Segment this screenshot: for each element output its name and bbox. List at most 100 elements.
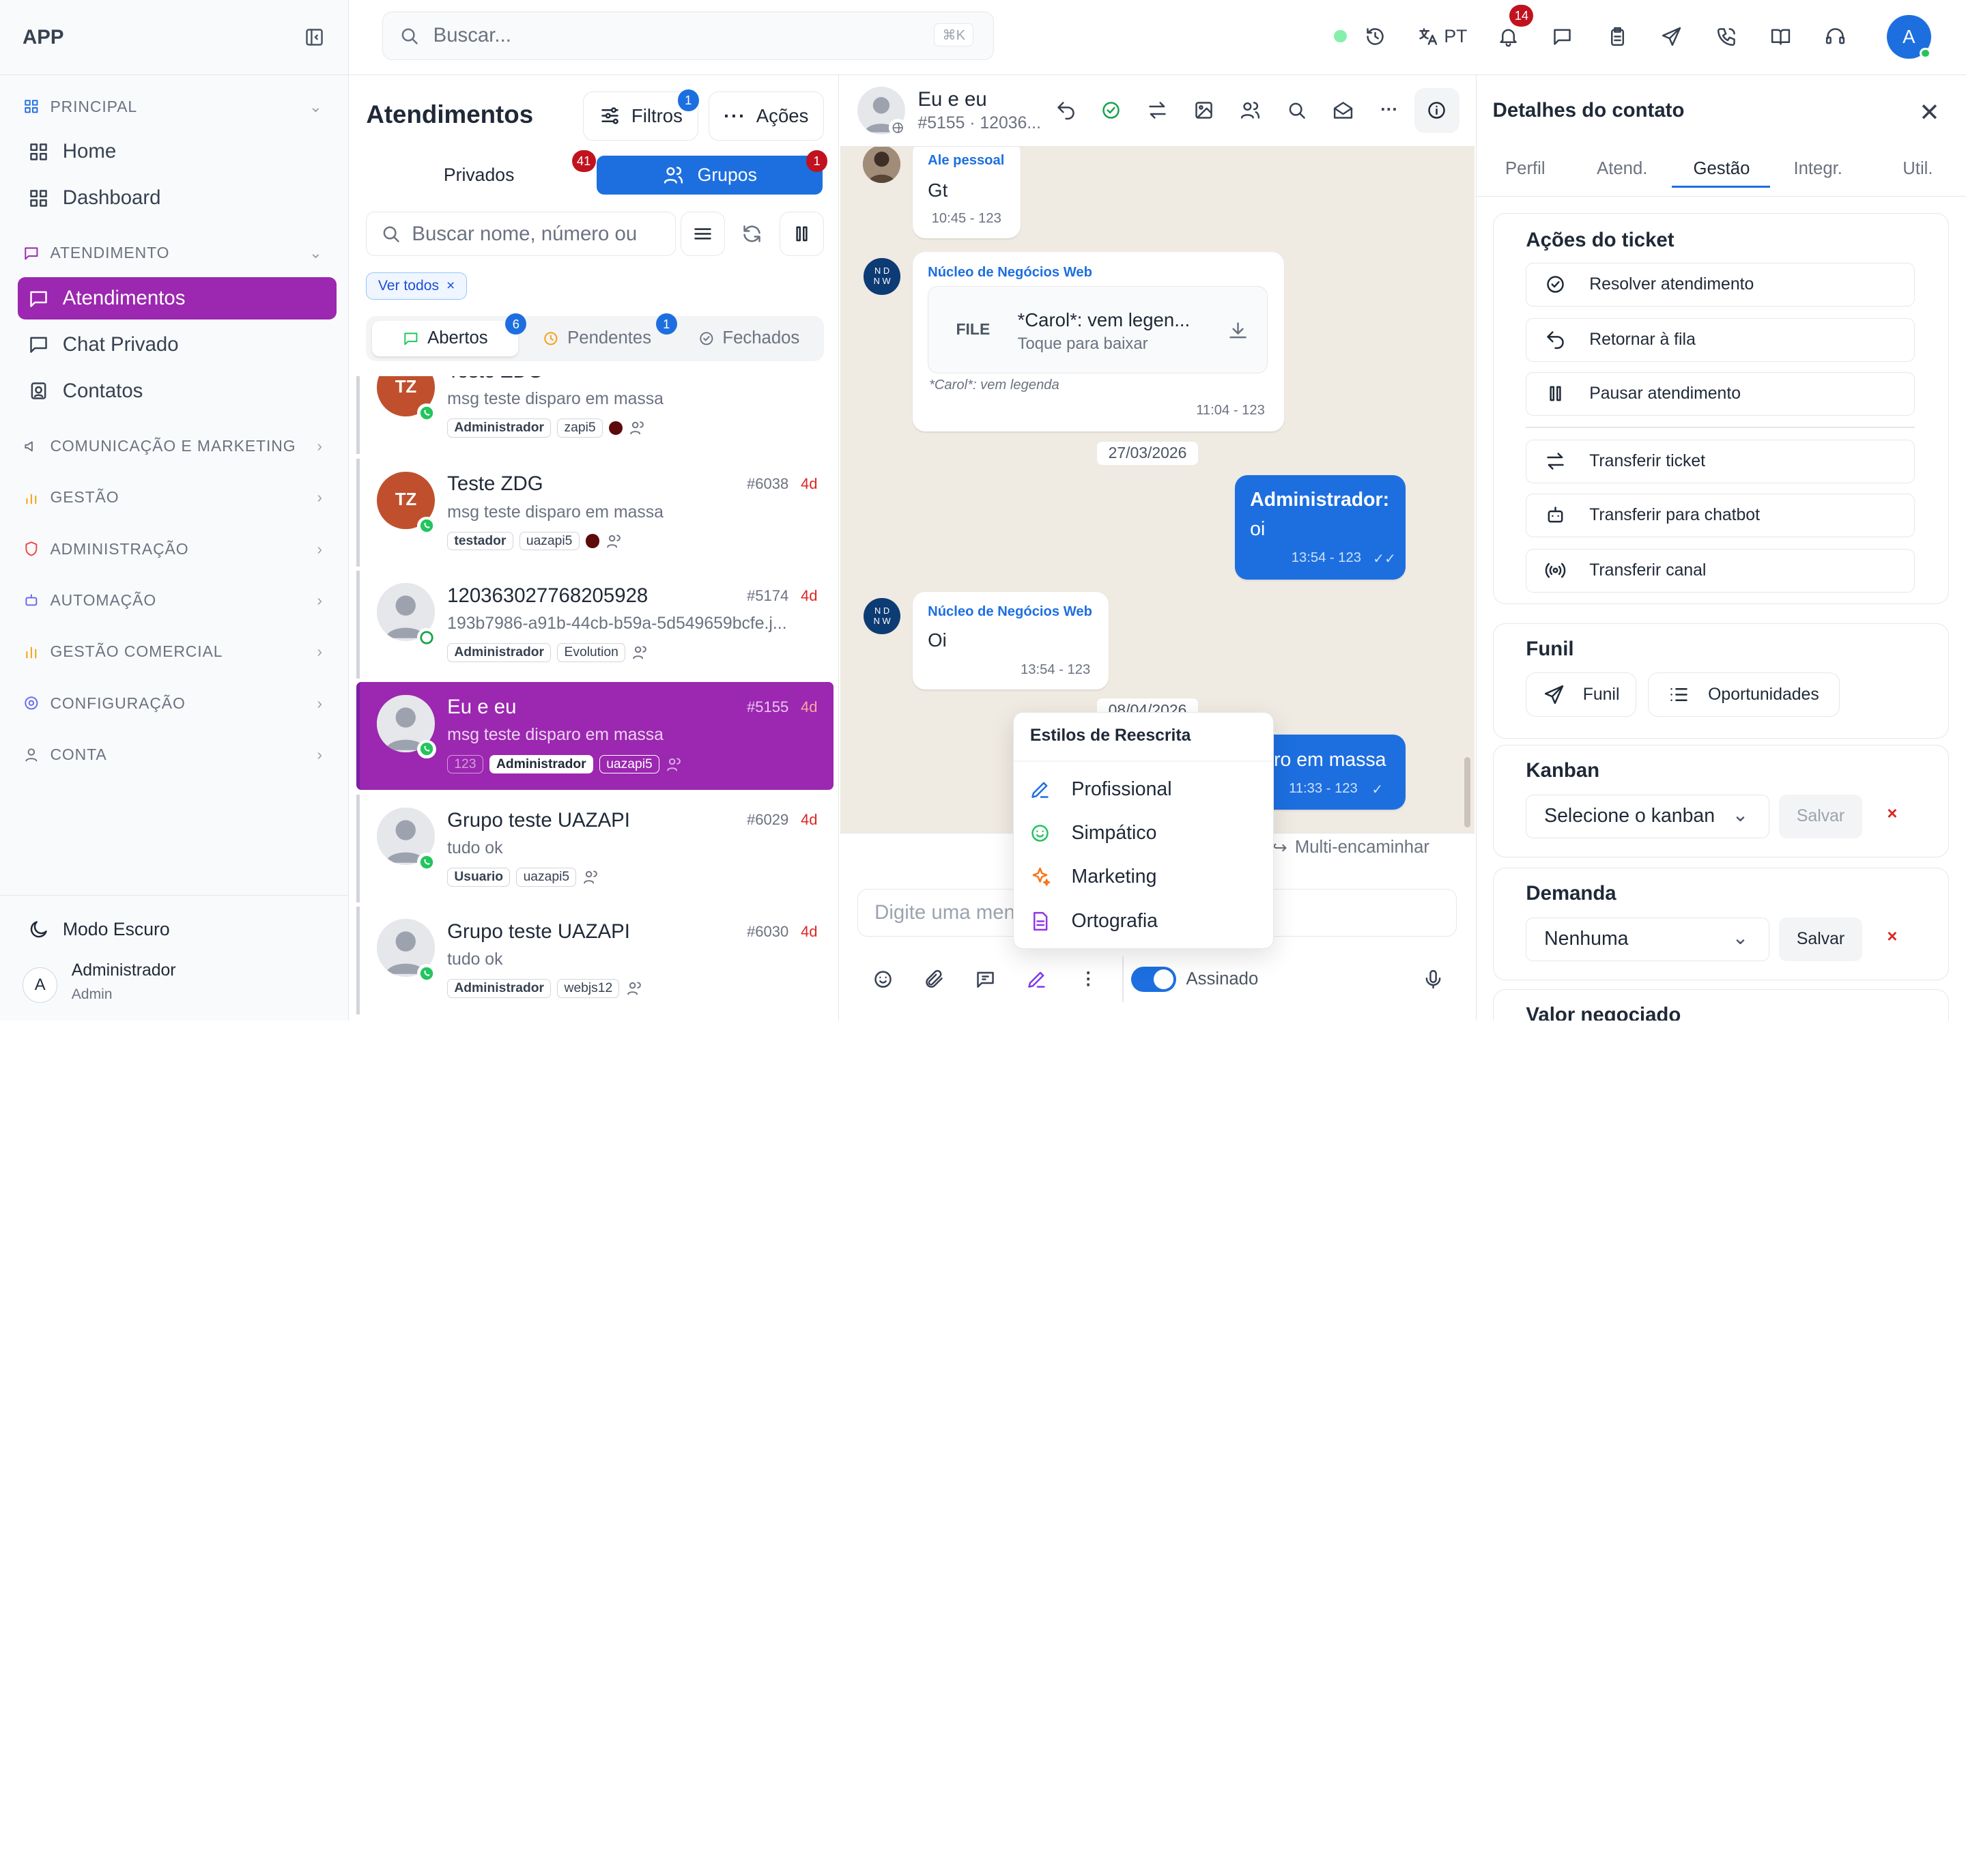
ticket-card[interactable]: 120363027768205928 #5174 4d 193b7986-a91… (356, 570, 834, 679)
section-atendimento[interactable]: ATENDIMENTO ⌄ (0, 229, 348, 277)
phone-call-icon[interactable] (1710, 20, 1743, 53)
sidebar-item-home[interactable]: Home (18, 130, 337, 173)
section-administracao[interactable]: ADMINISTRAÇÃO › (0, 525, 348, 573)
close-icon[interactable]: ✕ (1919, 98, 1940, 127)
search-icon[interactable] (1280, 94, 1313, 127)
menu-item-profissional[interactable]: Profissional (1029, 778, 1172, 801)
close-icon[interactable]: × (446, 278, 455, 294)
clipboard-icon[interactable] (1601, 20, 1634, 53)
more-horizontal-icon[interactable]: ··· (1373, 94, 1406, 127)
pause-button[interactable] (780, 212, 824, 256)
message-square-icon[interactable] (1546, 20, 1579, 53)
tab-pendentes[interactable]: Pendentes (534, 321, 659, 356)
resolve-ticket-button[interactable]: Resolver atendimento (1526, 262, 1915, 307)
scrollbar[interactable] (1464, 757, 1471, 828)
menu-item-marketing[interactable]: Marketing (1029, 866, 1156, 888)
opportunities-button[interactable]: Oportunidades (1647, 672, 1840, 717)
global-search[interactable]: Buscar... ⌘K (382, 11, 995, 61)
dark-mode-toggle[interactable]: Modo Escuro (27, 918, 170, 941)
clear-icon[interactable]: × (1887, 927, 1897, 947)
tab-fechados[interactable]: Fechados (686, 321, 812, 356)
return-queue-button[interactable]: Retornar à fila (1526, 317, 1915, 362)
filters-button[interactable]: Filtros 1 (583, 89, 699, 141)
history-icon[interactable] (1359, 20, 1392, 53)
tab-perfil[interactable]: Perfil (1505, 159, 1545, 179)
ticket-search-input[interactable]: Buscar nome, número ou (366, 212, 676, 256)
send-icon[interactable] (1655, 20, 1687, 53)
tab-gestao[interactable]: Gestão (1694, 159, 1750, 179)
headset-icon[interactable] (1819, 20, 1852, 53)
ticket-name: Grupo teste UAZAPI (447, 920, 630, 943)
check-circle-icon[interactable] (1094, 94, 1127, 127)
language-selector[interactable]: PT (1412, 20, 1472, 53)
transfer-channel-button[interactable]: Transferir canal (1526, 548, 1915, 593)
pause-ticket-button[interactable]: Pausar atendimento (1526, 371, 1915, 416)
mail-open-icon[interactable] (1326, 94, 1359, 127)
ticket-card-selected[interactable]: Eu e eu #5155 4d msg teste disparo em ma… (356, 682, 834, 791)
section-principal[interactable]: PRINCIPAL ⌄ (0, 83, 348, 130)
paperclip-icon[interactable] (917, 963, 950, 996)
funnel-button[interactable]: Funil (1526, 672, 1637, 717)
section-automacao[interactable]: AUTOMAÇÃO › (0, 577, 348, 625)
section-configuracao[interactable]: CONFIGURAÇÃO › (0, 679, 348, 727)
tab-atend[interactable]: Atend. (1597, 159, 1647, 179)
pen-rewrite-icon[interactable] (1021, 963, 1053, 996)
tab-grupos[interactable]: Grupos (597, 155, 823, 195)
sidebar-item-dashboard[interactable]: Dashboard (18, 177, 337, 219)
tab-abertos[interactable]: Abertos (372, 321, 518, 356)
users-icon (664, 166, 683, 184)
ticket-card[interactable]: TZ Teste ZDG #6038 4d msg teste disparo … (356, 459, 834, 567)
book-open-icon[interactable] (1764, 20, 1797, 53)
demand-select[interactable]: Nenhuma ⌄ (1526, 917, 1769, 961)
refresh-button[interactable] (729, 212, 774, 256)
sidebar-item-chat-privado[interactable]: Chat Privado (18, 324, 337, 366)
image-icon[interactable] (1187, 94, 1220, 127)
download-icon[interactable] (1227, 319, 1249, 342)
section-gestao-comercial[interactable]: GESTÃO COMERCIAL › (0, 628, 348, 676)
microphone-icon[interactable] (1416, 963, 1449, 996)
tag-chip: uazapi5 (516, 867, 577, 887)
section-comunicacao[interactable]: COMUNICAÇÃO E MARKETING › (0, 423, 348, 470)
actions-button[interactable]: ··· Ações (708, 91, 824, 141)
multi-forward-button[interactable]: ↪ Multi-encaminhar (1272, 838, 1429, 858)
info-button[interactable] (1414, 87, 1459, 133)
ticket-card[interactable]: Grupo teste UAZAPI #6030 4d tudo ok Admi… (356, 906, 834, 1014)
users-icon[interactable] (1234, 94, 1266, 127)
arrows-exchange-icon[interactable] (1141, 94, 1173, 127)
demand-save-button[interactable]: Salvar (1779, 917, 1862, 961)
ticket-age: 4d (801, 698, 818, 716)
undo-icon[interactable] (1049, 94, 1082, 127)
ticket-card[interactable]: TZ Teste ZDG #6046 4d msg teste disparo … (356, 376, 834, 454)
quick-reply-icon[interactable] (969, 963, 1002, 996)
sidebar-item-atendimentos[interactable]: Atendimentos (17, 276, 337, 320)
more-vertical-icon[interactable]: ⋮ (1072, 963, 1105, 996)
avatar[interactable]: A (23, 967, 58, 1003)
bell-icon[interactable]: 14 (1492, 5, 1534, 53)
menu-item-simpatico[interactable]: Simpático (1029, 822, 1156, 844)
collapse-sidebar-icon[interactable] (303, 26, 326, 48)
transfer-chatbot-button[interactable]: Transferir para chatbot (1526, 493, 1915, 538)
section-gestao[interactable]: GESTÃO › (0, 474, 348, 522)
tab-util[interactable]: Util. (1903, 159, 1933, 179)
tab-label: Grupos (697, 164, 757, 185)
section-conta[interactable]: CONTA › (0, 730, 348, 778)
filter-chip[interactable]: Ver todos × (366, 272, 467, 300)
sidebar-item-contatos[interactable]: Contatos (18, 370, 337, 412)
kanban-save-button[interactable]: Salvar (1779, 794, 1862, 838)
ticket-card[interactable]: Grupo teste UAZAPI #6029 4d tudo ok Usua… (356, 795, 834, 903)
tab-integr[interactable]: Integr. (1793, 159, 1842, 179)
smile-icon[interactable] (866, 963, 899, 996)
kanban-select[interactable]: Selecione o kanban ⌄ (1526, 794, 1769, 838)
menu-item-ortografia[interactable]: Ortografia (1029, 910, 1158, 933)
signed-toggle[interactable] (1130, 967, 1176, 992)
ticket-number: #5155 (747, 698, 789, 716)
clear-icon[interactable]: × (1887, 804, 1897, 824)
tab-privados[interactable]: Privados (366, 156, 592, 195)
list-view-button[interactable] (681, 212, 725, 256)
transfer-ticket-button[interactable]: Transferir ticket (1526, 439, 1915, 484)
multi-forward-label: Multi-encaminhar (1294, 838, 1429, 857)
file-attachment[interactable]: FILE *Carol*: vem legen... Toque para ba… (928, 285, 1268, 374)
chat-contact-sub: #5155 · 12036... (917, 114, 1041, 133)
arrows-exchange-icon (1547, 453, 1564, 470)
send-icon (1544, 685, 1564, 705)
